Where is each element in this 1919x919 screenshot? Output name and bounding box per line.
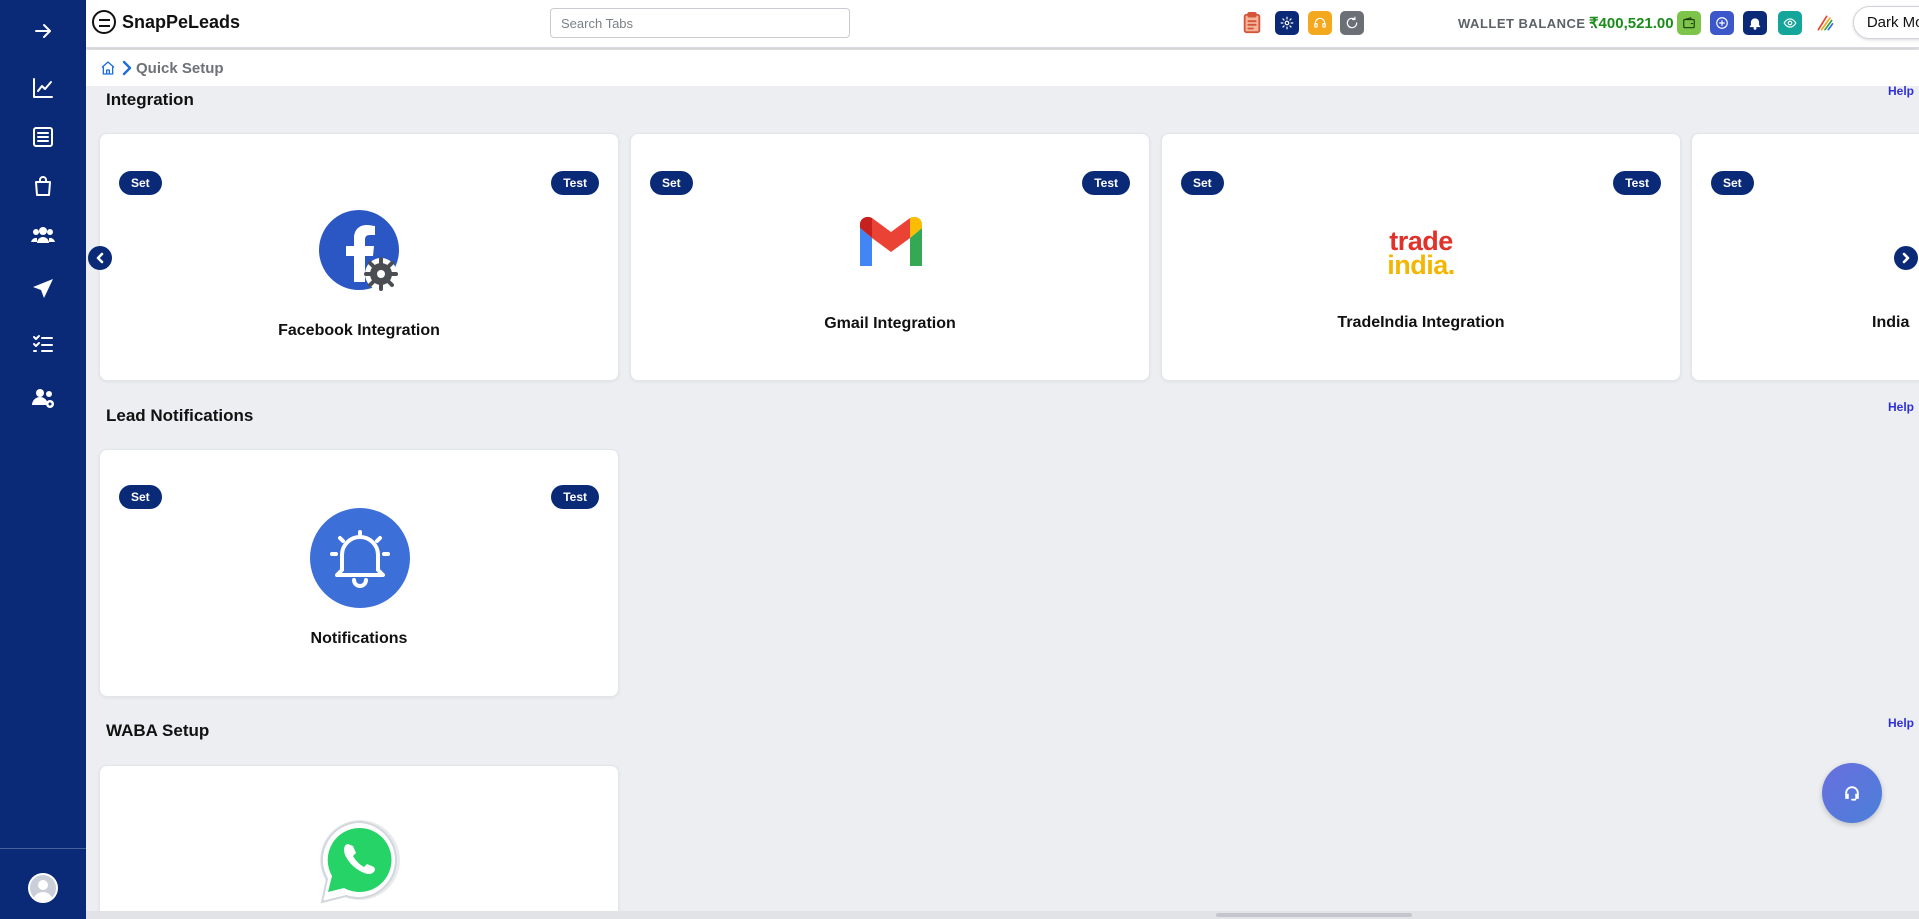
notification-bell-icon <box>1749 18 1761 30</box>
card-whatsapp-setup <box>99 765 619 919</box>
list-icon <box>33 127 53 147</box>
add-icon <box>1716 17 1728 29</box>
chevron-right-icon <box>120 59 134 77</box>
arrow-right-icon <box>35 24 51 38</box>
shopping-bag-icon <box>35 176 51 196</box>
help-link-lead-notifications[interactable]: Help <box>1888 400 1914 414</box>
refresh-button[interactable] <box>1340 11 1364 35</box>
test-button[interactable]: Test <box>551 171 599 195</box>
scrollbar-thumb[interactable] <box>1216 913 1412 917</box>
add-button[interactable] <box>1710 11 1734 35</box>
set-button[interactable]: Set <box>119 171 162 195</box>
set-button[interactable]: Set <box>650 171 693 195</box>
card-tradeindia-integration: Set Test trade india. TradeIndia Integra… <box>1161 133 1681 381</box>
card-label: Notifications <box>310 630 408 647</box>
sidebar-item-tasks[interactable] <box>0 323 86 363</box>
floating-support-button[interactable] <box>1822 763 1882 823</box>
card-india-integration: Set India <box>1691 133 1919 381</box>
card-label: India <box>1872 314 1910 331</box>
app-name: SnapPeLeads <box>122 11 241 32</box>
team-settings-icon <box>32 389 54 408</box>
clipboard-icon <box>1243 12 1261 34</box>
settings-button[interactable] <box>1275 11 1299 35</box>
section-title-lead-notifications: Lead Notifications <box>106 406 254 425</box>
dark-mode-button[interactable]: Dark Mode <box>1853 6 1919 39</box>
sidebar-expand-button[interactable] <box>0 11 86 51</box>
clipboard-button[interactable] <box>1240 11 1264 35</box>
section-title-waba-setup: WABA Setup <box>106 721 210 740</box>
avatar[interactable] <box>28 873 58 903</box>
set-button[interactable]: Set <box>1181 171 1224 195</box>
task-list-icon <box>33 335 53 352</box>
card-label: TradeIndia Integration <box>1337 314 1505 331</box>
preview-button[interactable] <box>1778 11 1802 35</box>
help-link-integration[interactable]: Help <box>1888 84 1914 98</box>
section-title-integration: Integration <box>106 90 194 109</box>
brand-icon <box>1817 15 1834 31</box>
support-button[interactable] <box>1308 11 1332 35</box>
card-label: Gmail Integration <box>824 315 956 332</box>
card-gmail-integration: Set Test Gmail Integration <box>630 133 1150 381</box>
sidebar-item-campaigns[interactable] <box>0 269 86 309</box>
carousel-next-button[interactable] <box>1894 246 1918 270</box>
brand-button[interactable] <box>1813 11 1837 35</box>
sidebar <box>0 0 86 919</box>
test-button[interactable]: Test <box>551 485 599 509</box>
sidebar-item-list[interactable] <box>0 117 86 157</box>
analytics-chart-icon <box>33 78 53 98</box>
settings-icon <box>1280 16 1294 30</box>
wallet-balance-value: ₹400,521.00 <box>1589 15 1674 32</box>
sidebar-item-team-settings[interactable] <box>0 378 86 418</box>
tradeindia-logo: trade india. <box>1387 226 1455 280</box>
eye-icon <box>1783 18 1797 28</box>
card-facebook-integration: Set Test Facebook Integration <box>99 133 619 381</box>
wallet-balance-label: WALLET BALANCE : <box>1458 16 1595 31</box>
users-icon <box>31 227 55 243</box>
notifications-button[interactable] <box>1743 11 1767 35</box>
headset-icon <box>1845 786 1859 801</box>
card-notifications: Set Test Notifications <box>99 449 619 697</box>
chevron-right-icon <box>1902 252 1910 264</box>
help-link-waba-setup[interactable]: Help <box>1888 716 1914 730</box>
sidebar-item-products[interactable] <box>0 166 86 206</box>
sidebar-item-analytics[interactable] <box>0 68 86 108</box>
whatsapp-icon <box>320 820 400 904</box>
send-icon <box>33 279 53 298</box>
set-button[interactable]: Set <box>119 485 162 509</box>
chevron-left-icon <box>96 252 104 264</box>
gmail-icon <box>860 216 922 266</box>
home-icon <box>101 61 115 75</box>
home-link[interactable] <box>100 60 116 76</box>
refresh-icon <box>1346 16 1358 29</box>
wallet-icon <box>1683 17 1695 29</box>
notification-bell-icon <box>310 508 410 608</box>
logo-icon <box>92 10 116 34</box>
carousel-prev-button[interactable] <box>88 246 112 270</box>
sidebar-item-contacts[interactable] <box>0 215 86 255</box>
top-bar: SnapPeLeads WALLET BALANCE : ₹400,521.00… <box>86 0 1919 48</box>
breadcrumb: Quick Setup <box>86 50 1919 86</box>
test-button[interactable]: Test <box>1613 171 1661 195</box>
search-input[interactable] <box>550 8 850 38</box>
card-label: Facebook Integration <box>278 322 440 339</box>
facebook-settings-icon <box>319 210 399 291</box>
app-logo[interactable]: SnapPeLeads <box>92 10 240 34</box>
horizontal-scrollbar[interactable] <box>86 911 1919 919</box>
support-icon <box>1314 17 1326 28</box>
wallet-button[interactable] <box>1677 11 1701 35</box>
set-button[interactable]: Set <box>1711 171 1754 195</box>
sidebar-divider <box>0 848 86 849</box>
test-button[interactable]: Test <box>1082 171 1130 195</box>
breadcrumb-current: Quick Setup <box>136 60 224 77</box>
